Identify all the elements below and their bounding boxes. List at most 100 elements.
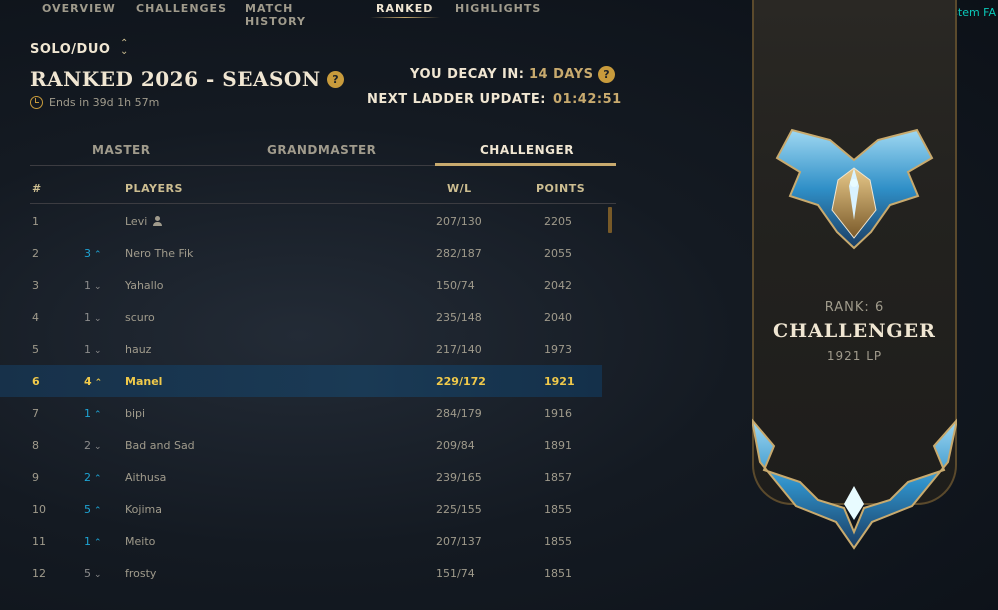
arrow-up-icon: ⌃	[94, 250, 102, 260]
table-row[interactable]: 12 5 ⌄ frosty 151/74 1851	[0, 557, 602, 589]
row-delta: 2 ⌄	[84, 439, 102, 452]
row-delta: 3 ⌃	[84, 247, 102, 260]
row-player[interactable]: Manel	[125, 375, 162, 388]
arrow-up-icon: ⌃	[94, 474, 102, 484]
row-rank: 9	[32, 471, 39, 484]
row-wl: 151/74	[436, 567, 475, 580]
table-row[interactable]: 10 5 ⌃ Kojima 225/155 1855	[0, 493, 602, 525]
table-scrollbar[interactable]	[608, 207, 612, 233]
season-ends-text: Ends in 39d 1h 57m	[49, 96, 160, 109]
rank-position: RANK: 6	[824, 300, 885, 315]
row-delta: 1 ⌃	[84, 535, 102, 548]
row-points: 1855	[544, 535, 572, 548]
arrow-down-icon: ⌄	[94, 314, 102, 324]
nav-overview[interactable]: OVERVIEW	[42, 0, 116, 15]
row-points: 1973	[544, 343, 572, 356]
table-row[interactable]: 1 Levi 207/130 2205	[0, 205, 602, 237]
arrow-down-icon: ⌄	[94, 570, 102, 580]
row-rank: 3	[32, 279, 39, 292]
row-wl: 225/155	[436, 503, 482, 516]
tab-grandmaster[interactable]: GRANDMASTER	[267, 143, 376, 157]
challenger-crest-icon	[752, 128, 957, 550]
table-row[interactable]: 2 3 ⌃ Nero The Fik 282/187 2055	[0, 237, 602, 269]
decay-value: 14 DAYS	[529, 67, 594, 82]
row-points: 2042	[544, 279, 572, 292]
row-wl: 239/165	[436, 471, 482, 484]
row-delta: 1 ⌄	[84, 279, 102, 292]
row-rank: 5	[32, 343, 39, 356]
season-title: RANKED 2026 - SEASON 1	[30, 67, 343, 91]
row-player[interactable]: scuro	[125, 311, 155, 324]
queue-selector[interactable]: SOLO/DUO	[30, 42, 110, 57]
header-wl: W/L	[447, 182, 472, 195]
row-player[interactable]: Nero The Fik	[125, 247, 193, 260]
season-ends: Ends in 39d 1h 57m	[30, 96, 159, 109]
nav-highlights[interactable]: HIGHLIGHTS	[455, 0, 541, 15]
table-row[interactable]: 3 1 ⌄ Yahallo 150/74 2042	[0, 269, 602, 301]
row-points: 1921	[544, 375, 575, 388]
row-rank: 4	[32, 311, 39, 324]
row-player[interactable]: Yahallo	[125, 279, 164, 292]
row-points: 2205	[544, 215, 572, 228]
current-rank-panel: RANK: 6 CHALLENGER 1921 LP	[752, 0, 957, 550]
row-wl: 209/84	[436, 439, 475, 452]
row-player[interactable]: Levi	[125, 215, 163, 228]
table-row-current-player[interactable]: 6 4 ⌃ Manel 229/172 1921	[0, 365, 602, 397]
row-wl: 284/179	[436, 407, 482, 420]
row-wl: 229/172	[436, 375, 486, 388]
row-player[interactable]: Aithusa	[125, 471, 166, 484]
row-delta: 5 ⌄	[84, 567, 102, 580]
table-row[interactable]: 7 1 ⌃ bipi 284/179 1916	[0, 397, 602, 429]
row-rank: 11	[32, 535, 46, 548]
row-rank: 1	[32, 215, 39, 228]
tab-challenger[interactable]: CHALLENGER	[480, 143, 574, 157]
row-player[interactable]: bipi	[125, 407, 145, 420]
table-row[interactable]: 4 1 ⌄ scuro 235/148 2040	[0, 301, 602, 333]
row-points: 1851	[544, 567, 572, 580]
ladder-update-value: 01:42:51	[553, 92, 622, 107]
season-help-icon[interactable]: ?	[327, 71, 344, 88]
player-name: Levi	[125, 215, 148, 228]
sort-chevron-icon[interactable]: ⌃ ⌄	[120, 39, 128, 57]
clock-icon	[30, 96, 43, 109]
arrow-down-icon: ⌄	[94, 442, 102, 452]
nav-match-history[interactable]: MATCH HISTORY	[245, 0, 306, 28]
row-points: 1857	[544, 471, 572, 484]
table-row[interactable]: 11 1 ⌃ Meito 207/137 1855	[0, 525, 602, 557]
tab-active-indicator	[435, 163, 616, 166]
nav-challenges[interactable]: CHALLENGES	[136, 0, 227, 15]
row-delta: 1 ⌃	[84, 407, 102, 420]
header-players: PLAYERS	[125, 182, 183, 195]
row-points: 1855	[544, 503, 572, 516]
row-delta: 2 ⌃	[84, 471, 102, 484]
row-player[interactable]: hauz	[125, 343, 151, 356]
row-wl: 282/187	[436, 247, 482, 260]
row-player[interactable]: Bad and Sad	[125, 439, 195, 452]
arrow-up-icon: ⌃	[94, 410, 102, 420]
rank-tier: CHALLENGER	[773, 320, 936, 342]
row-player[interactable]: Meito	[125, 535, 155, 548]
tab-master[interactable]: MASTER	[92, 143, 151, 157]
table-row[interactable]: 5 1 ⌄ hauz 217/140 1973	[0, 333, 602, 365]
arrow-up-icon: ⌃	[94, 538, 102, 548]
arrow-down-icon: ⌄	[94, 282, 102, 292]
header-rank: #	[32, 182, 42, 195]
table-row[interactable]: 9 2 ⌃ Aithusa 239/165 1857	[0, 461, 602, 493]
row-points: 1916	[544, 407, 572, 420]
row-rank: 2	[32, 247, 39, 260]
row-wl: 207/137	[436, 535, 482, 548]
tier-tabs: MASTER GRANDMASTER CHALLENGER	[30, 140, 616, 166]
row-player[interactable]: Kojima	[125, 503, 162, 516]
arrow-down-icon: ⌄	[94, 346, 102, 356]
nav-ranked[interactable]: RANKED	[376, 0, 433, 15]
row-rank: 6	[32, 375, 40, 388]
row-rank: 8	[32, 439, 39, 452]
row-wl: 217/140	[436, 343, 482, 356]
table-row[interactable]: 8 2 ⌄ Bad and Sad 209/84 1891	[0, 429, 602, 461]
row-points: 2040	[544, 311, 572, 324]
decay-help-icon[interactable]: ?	[598, 66, 615, 83]
row-points: 2055	[544, 247, 572, 260]
row-player[interactable]: frosty	[125, 567, 156, 580]
arrow-up-icon: ⌃	[94, 506, 102, 516]
row-wl: 150/74	[436, 279, 475, 292]
